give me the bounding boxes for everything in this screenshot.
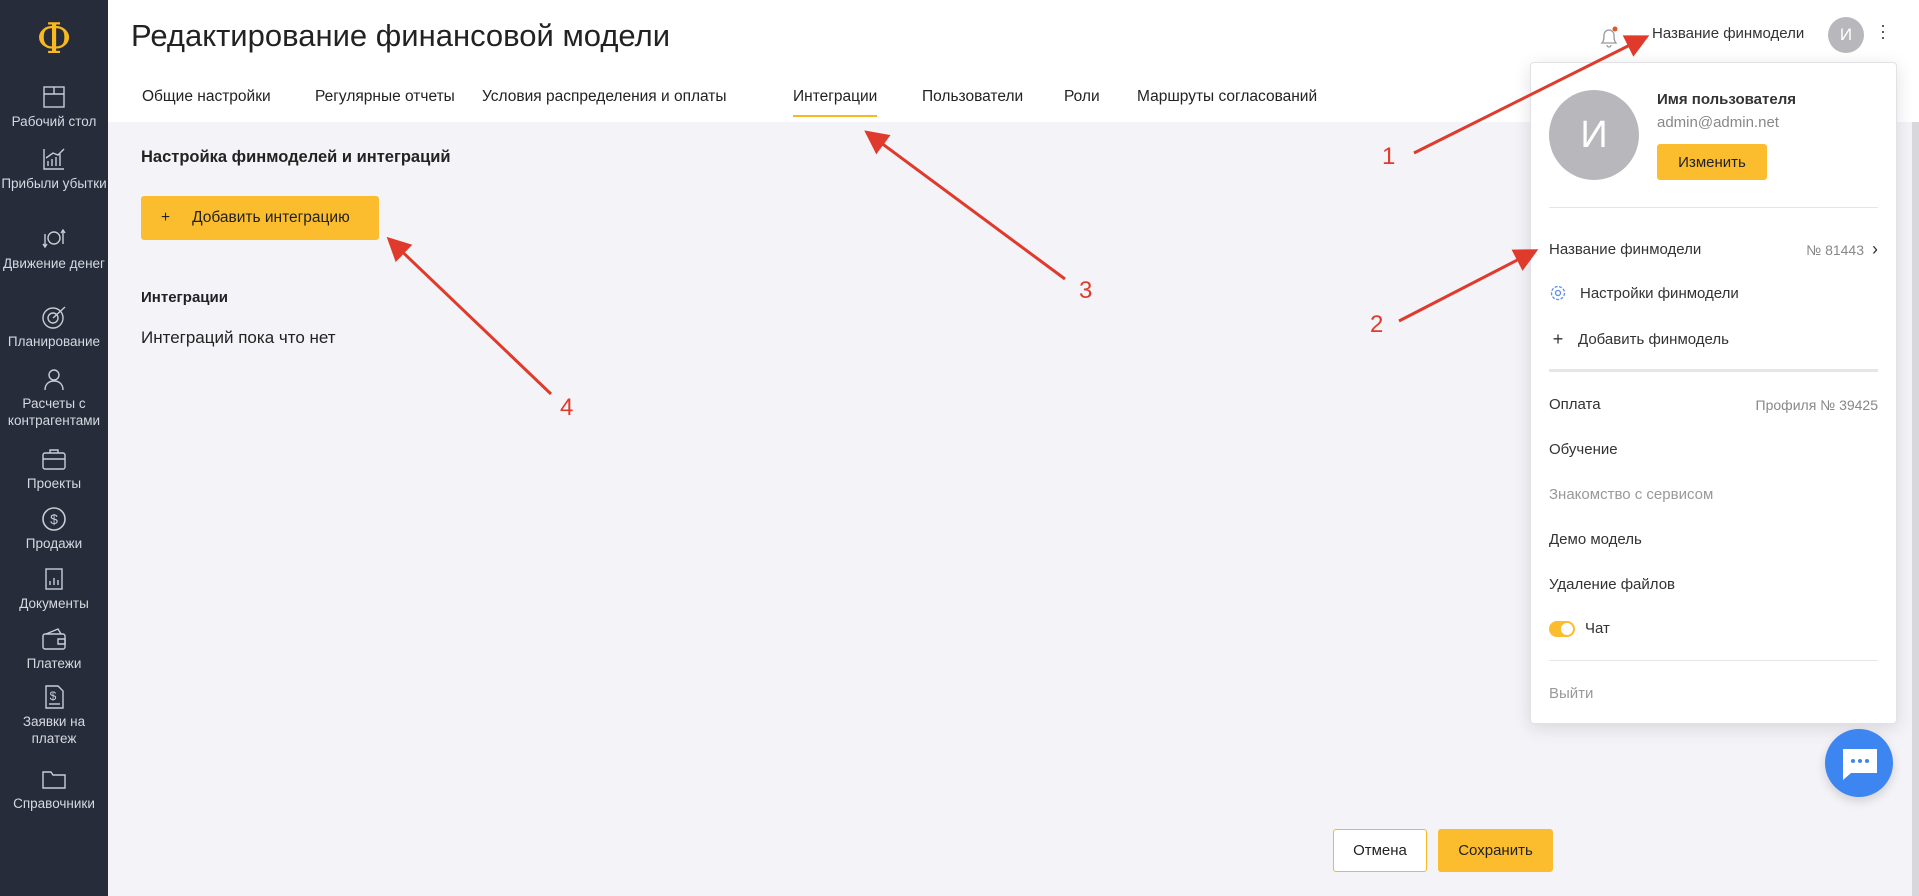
sidebar-item-label: Планирование <box>7 334 101 349</box>
model-settings-item[interactable]: Настройки финмодели <box>1549 284 1878 302</box>
sidebar-item-label: Рабочий стол <box>11 114 97 129</box>
chart-icon <box>43 148 65 170</box>
profile-number: Профиля № 39425 <box>1755 396 1878 413</box>
tab-reports[interactable]: Регулярные отчеты <box>315 88 455 106</box>
tab-distribution[interactable]: Условия распределения и оплаты <box>482 88 727 106</box>
sidebar-item-label: Движение денег <box>3 256 105 271</box>
model-item[interactable]: Название финмодели № 81443 › <box>1549 239 1878 260</box>
demo-model-item[interactable]: Демо модель <box>1549 531 1878 548</box>
sidebar-item-label: Прибыли убытки <box>1 176 107 191</box>
user-dropdown: И Имя пользователя admin@admin.net Измен… <box>1530 62 1897 724</box>
dollar-icon: $ <box>42 507 66 531</box>
tab-users[interactable]: Пользователи <box>922 88 1023 106</box>
dashboard-icon <box>43 86 65 108</box>
sidebar-item-label: Заявки на платеж <box>22 714 86 746</box>
model-name: Название финмодели <box>1549 241 1702 258</box>
divider <box>1549 207 1878 208</box>
sidebar-item-references[interactable]: Справочники <box>0 766 108 812</box>
payment-item[interactable]: Оплата Профиля № 39425 <box>1549 396 1878 413</box>
cancel-button[interactable]: Отмена <box>1333 829 1427 872</box>
learning-item[interactable]: Обучение <box>1549 441 1878 458</box>
chat-toggle-item[interactable]: Чат <box>1549 620 1878 637</box>
delete-files-item[interactable]: Удаление файлов <box>1549 576 1878 593</box>
briefcase-icon <box>42 449 66 470</box>
avatar-large: И <box>1549 90 1639 180</box>
intro-item[interactable]: Знакомство с сервисом <box>1549 486 1878 503</box>
people-icon <box>44 369 64 391</box>
invoice-icon: $ <box>45 685 64 709</box>
sidebar-item-planning[interactable]: Планирование <box>0 304 108 350</box>
section-title: Настройка финмоделей и интеграций <box>141 148 451 166</box>
button-label: Добавить интеграцию <box>192 209 350 226</box>
sidebar-item-counterparties[interactable]: Расчеты с контрагентами <box>0 366 108 429</box>
sidebar-item-label: Расчеты с контрагентами <box>7 396 101 428</box>
sidebar-item-label: Продажи <box>25 536 83 551</box>
annotation-3: 3 <box>1079 277 1093 304</box>
sidebar-item-dashboard[interactable]: Рабочий стол <box>0 84 108 130</box>
tab-approval-routes[interactable]: Маршруты согласований <box>1137 88 1317 106</box>
integrations-heading: Интеграции <box>141 289 228 306</box>
chat-button[interactable] <box>1825 729 1893 797</box>
money-flow-icon <box>42 228 66 249</box>
chat-bubble-icon <box>1843 749 1877 780</box>
plus-icon: + <box>1552 329 1564 349</box>
more-icon[interactable]: · · · <box>1880 16 1886 46</box>
sidebar-item-label: Документы <box>19 596 89 611</box>
arrow-4 <box>386 236 553 396</box>
edit-profile-button[interactable]: Изменить <box>1657 144 1767 180</box>
add-model-item[interactable]: + Добавить финмодель <box>1549 329 1878 350</box>
logo[interactable]: Ф <box>0 14 108 63</box>
sidebar-item-sales[interactable]: $ Продажи <box>0 506 108 552</box>
model-number: № 81443 <box>1806 241 1864 258</box>
item-label: Добавить финмодель <box>1578 331 1729 348</box>
add-integration-button[interactable]: + Добавить интеграцию <box>141 196 379 240</box>
model-name-link[interactable]: Название финмодели <box>1652 25 1804 42</box>
divider <box>1549 660 1878 661</box>
arrow-3 <box>864 130 1066 281</box>
sidebar-item-label: Проекты <box>26 476 82 491</box>
annotation-2: 2 <box>1370 311 1384 338</box>
user-name: Имя пользователя <box>1657 91 1796 108</box>
tab-general[interactable]: Общие настройки <box>142 88 271 106</box>
chat-toggle[interactable] <box>1549 620 1575 637</box>
avatar[interactable]: И <box>1828 17 1864 53</box>
document-icon <box>45 568 63 590</box>
save-button[interactable]: Сохранить <box>1438 829 1553 872</box>
target-icon <box>42 306 66 329</box>
wallet-icon <box>42 628 66 650</box>
tab-integrations[interactable]: Интеграции <box>793 88 878 117</box>
sidebar: Ф Рабочий стол Прибыли убытки Движение д… <box>0 0 108 896</box>
sidebar-item-projects[interactable]: Проекты <box>0 446 108 492</box>
sidebar-item-label: Платежи <box>26 656 82 671</box>
page-title: Редактирование финансовой модели <box>131 18 671 53</box>
annotation-1: 1 <box>1382 143 1396 170</box>
svg-text:$: $ <box>50 689 57 703</box>
divider <box>1549 369 1878 372</box>
sidebar-item-payments[interactable]: Платежи <box>0 626 108 672</box>
arrow-2 <box>1398 249 1539 323</box>
scrollbar[interactable] <box>1912 122 1919 896</box>
user-email: admin@admin.net <box>1657 114 1779 131</box>
folder-icon <box>42 771 66 789</box>
empty-state: Интеграций пока что нет <box>141 328 336 347</box>
item-label: Чат <box>1585 620 1610 637</box>
sidebar-item-pnl[interactable]: Прибыли убытки <box>0 146 108 192</box>
chevron-right-icon: › <box>1872 239 1878 259</box>
sidebar-item-cashflow[interactable]: Движение денег <box>0 226 108 272</box>
tab-roles[interactable]: Роли <box>1064 88 1100 106</box>
item-label: Настройки финмодели <box>1580 284 1739 302</box>
sidebar-item-payment-requests[interactable]: $ Заявки на платеж <box>0 684 108 747</box>
gear-icon <box>1550 285 1566 301</box>
plus-icon: + <box>161 209 171 226</box>
logout-item[interactable]: Выйти <box>1549 685 1878 702</box>
item-label: Оплата <box>1549 396 1601 413</box>
annotation-4: 4 <box>560 394 574 421</box>
svg-text:$: $ <box>50 511 58 527</box>
sidebar-item-label: Справочники <box>13 796 95 811</box>
bell-icon[interactable] <box>1595 22 1623 50</box>
sidebar-item-documents[interactable]: Документы <box>0 566 108 612</box>
